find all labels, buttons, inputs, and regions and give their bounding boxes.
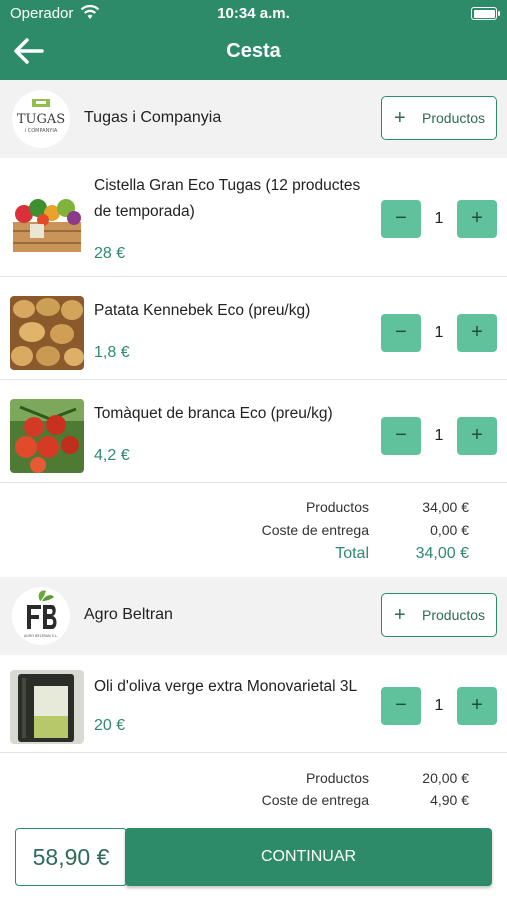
store-logo-tugas: TUGAS i COMPANYIA: [12, 90, 70, 148]
quantity-stepper: − 1 +: [381, 314, 497, 352]
decrease-quantity-button[interactable]: −: [381, 417, 421, 455]
summary-value: 34,00 €: [422, 499, 469, 515]
product-image-potatoes: [10, 296, 84, 370]
store-header-agro-beltran: AGRO BELTRAN S.L. Agro Beltran + Product…: [0, 577, 507, 655]
product-image-olive-oil-can: [10, 670, 84, 744]
summary-products-row: Productos 34,00 €: [0, 499, 507, 521]
summary-delivery-row: Coste de entrega 4,90 €: [0, 792, 507, 814]
decrease-quantity-button[interactable]: −: [381, 200, 421, 238]
increase-quantity-button[interactable]: +: [457, 687, 497, 725]
product-price: 20 €: [94, 717, 126, 734]
decrease-quantity-button[interactable]: −: [381, 314, 421, 352]
store-header-tugas: TUGAS i COMPANYIA Tugas i Companyia + Pr…: [0, 80, 507, 158]
add-products-label: Productos: [422, 607, 486, 623]
order-summary: Productos 20,00 € Coste de entrega 4,90 …: [0, 753, 507, 818]
battery-icon: [471, 7, 500, 20]
product-row: Tomàquet de branca Eco (preu/kg) 4,2 € −…: [0, 380, 507, 483]
product-price: 1,8 €: [94, 344, 130, 361]
clock: 10:34 a.m.: [217, 5, 290, 22]
summary-value: 34,00 €: [415, 545, 469, 562]
add-products-button[interactable]: + Productos: [381, 593, 497, 637]
plus-icon: +: [394, 107, 406, 129]
increase-quantity-button[interactable]: +: [457, 417, 497, 455]
store-name: Tugas i Companyia: [84, 109, 222, 126]
summary-label: Productos: [305, 499, 369, 515]
add-products-button[interactable]: + Productos: [381, 96, 497, 140]
product-image-vegetable-crate: [10, 186, 84, 260]
increase-quantity-button[interactable]: +: [457, 314, 497, 352]
page-title: Cesta: [226, 40, 281, 62]
add-products-label: Productos: [422, 110, 486, 126]
quantity-value: 1: [421, 314, 457, 352]
product-row: Oli d'oliva verge extra Monovarietal 3L …: [0, 655, 507, 753]
svg-text:i COMPANYIA: i COMPANYIA: [25, 128, 58, 134]
quantity-stepper: − 1 +: [381, 200, 497, 238]
summary-value: 0,00 €: [430, 522, 469, 538]
product-price: 28 €: [94, 245, 126, 262]
product-name: Cistella Gran Eco Tugas (12 productes de…: [94, 177, 361, 220]
store-name: Agro Beltran: [84, 606, 173, 623]
svg-text:AGRO BELTRAN S.L.: AGRO BELTRAN S.L.: [24, 634, 58, 638]
product-image-tomatoes: [10, 399, 84, 473]
decrease-quantity-button[interactable]: −: [381, 687, 421, 725]
product-name: Tomàquet de branca Eco (preu/kg): [94, 405, 333, 422]
quantity-value: 1: [421, 687, 457, 725]
quantity-value: 1: [421, 417, 457, 455]
product-row: Patata Kennebek Eco (preu/kg) 1,8 € − 1 …: [0, 277, 507, 380]
summary-label: Total: [335, 545, 369, 562]
product-price: 4,2 €: [94, 447, 130, 464]
summary-products-row: Productos 20,00 €: [0, 770, 507, 792]
app-header: Operador 10:34 a.m. Cesta: [0, 0, 507, 80]
quantity-value: 1: [421, 200, 457, 238]
svg-text:TUGAS: TUGAS: [17, 112, 65, 127]
store-logo-agro-beltran: AGRO BELTRAN S.L.: [12, 587, 70, 645]
summary-total-row: Total 34,00 €: [0, 545, 507, 567]
summary-delivery-row: Coste de entrega 0,00 €: [0, 522, 507, 544]
quantity-stepper: − 1 +: [381, 417, 497, 455]
product-name: Patata Kennebek Eco (preu/kg): [94, 302, 311, 319]
grand-total: 58,90 €: [15, 828, 127, 886]
order-summary: Productos 34,00 € Coste de entrega 0,00 …: [0, 483, 507, 577]
quantity-stepper: − 1 +: [381, 687, 497, 725]
increase-quantity-button[interactable]: +: [457, 200, 497, 238]
summary-value: 4,90 €: [430, 792, 469, 808]
summary-label: Coste de entrega: [261, 792, 369, 808]
continue-button[interactable]: CONTINUAR: [125, 828, 492, 886]
checkout-bar: 58,90 € CONTINUAR: [0, 818, 507, 900]
plus-icon: +: [394, 604, 406, 626]
summary-value: 20,00 €: [422, 770, 469, 786]
summary-label: Coste de entrega: [261, 522, 369, 538]
status-bar: Operador 10:34 a.m.: [0, 0, 507, 28]
product-name: Oli d'oliva verge extra Monovarietal 3L: [94, 678, 358, 695]
summary-label: Productos: [305, 770, 369, 786]
product-row: Cistella Gran Eco Tugas (12 productes de…: [0, 158, 507, 277]
